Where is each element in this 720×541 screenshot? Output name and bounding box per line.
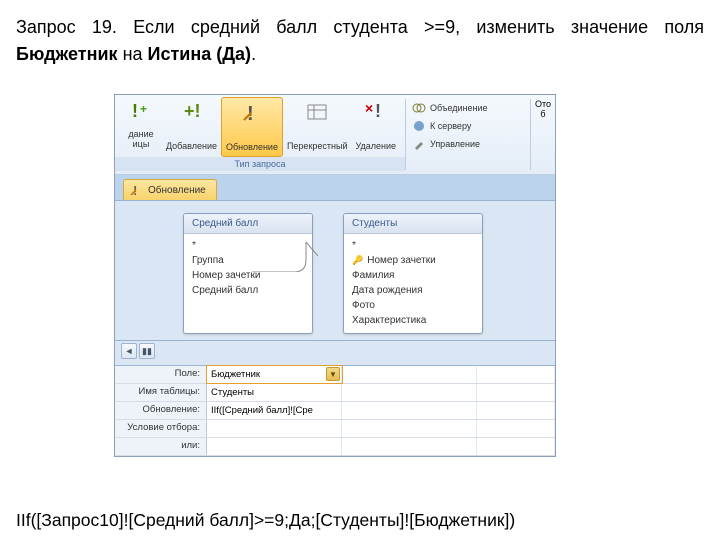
field-item[interactable]: Фамилия — [344, 268, 482, 283]
title-bold-2: Истина (Да) — [148, 44, 252, 64]
design-scroll-controls: ◄ ▮▮ — [115, 341, 555, 365]
field-item[interactable]: Фото — [344, 298, 482, 313]
grid-label-criteria: Условие отбора: — [115, 420, 207, 437]
access-window: !+ даниеицы +! Добавление ! Обновление — [114, 94, 556, 457]
exclaim-red-x-icon: !× — [365, 101, 387, 123]
field-item[interactable]: 🔑Номер зачетки — [344, 253, 482, 268]
grid-label-table: Имя таблицы: — [115, 384, 207, 401]
grid-cell-empty[interactable] — [477, 438, 555, 455]
qbe-grid: Поле: Бюджетник ▼ Имя таблицы: Студенты … — [115, 365, 555, 456]
grid-table-cell[interactable]: Студенты — [207, 384, 342, 401]
problem-statement: Запрос 19. Если средний балл студента >=… — [0, 0, 720, 72]
table-title: Средний балл — [184, 214, 312, 234]
svg-text:+: + — [140, 102, 147, 116]
table-title: Студенты — [344, 214, 482, 234]
ribbon-passthrough-button[interactable]: К серверу — [412, 117, 524, 135]
exclaim-green-plus-icon: +! — [180, 101, 202, 123]
ribbon-btn-crosstab[interactable]: Перекрестный — [283, 97, 352, 157]
expression-text: IIf([Запрос10]![Средний балл]>=9;Да;[Сту… — [0, 500, 531, 541]
wrench-icon — [412, 137, 426, 151]
grid-cell-empty[interactable] — [477, 402, 555, 419]
grid-update-cell[interactable]: IIf([Средний балл]![Сре — [207, 402, 342, 419]
grid-cell-empty[interactable] — [342, 402, 477, 419]
scroll-home-button[interactable]: ▮▮ — [139, 343, 155, 359]
field-item[interactable]: Характеристика — [344, 313, 482, 328]
object-tab-label: Обновление — [148, 185, 206, 196]
ribbon-group-query-type: !+ даниеицы +! Добавление ! Обновление — [115, 95, 405, 174]
grid-label-field: Поле: — [115, 366, 207, 383]
field-item[interactable]: Дата рождения — [344, 283, 482, 298]
ribbon-btn-append[interactable]: +! Добавление — [162, 97, 221, 157]
grid-cell-empty[interactable] — [342, 366, 477, 383]
grid-or-cell[interactable] — [207, 438, 342, 455]
scroll-left-button[interactable]: ◄ — [121, 343, 137, 359]
union-icon — [412, 101, 426, 115]
ribbon-side-group: Объединение К серверу Управление — [406, 95, 530, 174]
relationship-line[interactable] — [252, 242, 318, 272]
grid-cell-empty[interactable] — [342, 438, 477, 455]
svg-text:+!: +! — [184, 101, 201, 121]
ribbon-btn-update[interactable]: ! Обновление — [221, 97, 283, 157]
title-mid: на — [118, 44, 148, 64]
update-query-icon: ! — [130, 183, 144, 197]
grid-cell-empty[interactable] — [342, 384, 477, 401]
ribbon-far-right[interactable]: Ото б — [531, 95, 555, 174]
query-design-area[interactable]: Средний балл * Группа Номер зачетки Сред… — [115, 201, 555, 341]
grid-cell-empty[interactable] — [477, 366, 555, 383]
grid-cell-empty[interactable] — [477, 384, 555, 401]
exclaim-green-plus-icon: !+ — [130, 101, 152, 123]
grid-label-update: Обновление: — [115, 402, 207, 419]
table-students[interactable]: Студенты * 🔑Номер зачетки Фамилия Дата р… — [343, 213, 483, 334]
title-suffix: . — [251, 44, 256, 64]
ribbon-btn-delete[interactable]: !× Удаление — [351, 97, 400, 157]
grid-cell-empty[interactable] — [477, 420, 555, 437]
crosstab-icon — [306, 101, 328, 123]
ribbon-datadef-button[interactable]: Управление — [412, 135, 524, 153]
object-tab-update-query[interactable]: ! Обновление — [123, 179, 217, 200]
object-tab-strip: ! Обновление — [115, 175, 555, 201]
grid-cell-empty[interactable] — [342, 420, 477, 437]
svg-text:!: ! — [375, 101, 381, 121]
server-icon — [412, 119, 426, 133]
ribbon-group-label: Тип запроса — [115, 157, 405, 171]
ribbon: !+ даниеицы +! Добавление ! Обновление — [115, 95, 555, 175]
title-bold-1: Бюджетник — [16, 44, 118, 64]
svg-text:!: ! — [132, 101, 138, 121]
grid-field-cell[interactable]: Бюджетник ▼ — [207, 366, 342, 383]
primary-key-icon: 🔑 — [352, 255, 363, 266]
title-prefix: Запрос 19. Если средний балл студента >=… — [16, 17, 704, 37]
field-item[interactable]: * — [344, 238, 482, 253]
ribbon-btn-create-table[interactable]: !+ даниеицы — [120, 97, 162, 157]
field-item[interactable]: Средний балл — [184, 283, 312, 298]
table-avg-score[interactable]: Средний балл * Группа Номер зачетки Сред… — [183, 213, 313, 334]
ribbon-union-button[interactable]: Объединение — [412, 99, 524, 117]
svg-text:×: × — [365, 101, 373, 116]
grid-criteria-cell[interactable] — [207, 420, 342, 437]
exclaim-pencil-icon: ! — [241, 102, 263, 124]
grid-label-or: или: — [115, 438, 207, 455]
dropdown-button[interactable]: ▼ — [326, 367, 340, 381]
